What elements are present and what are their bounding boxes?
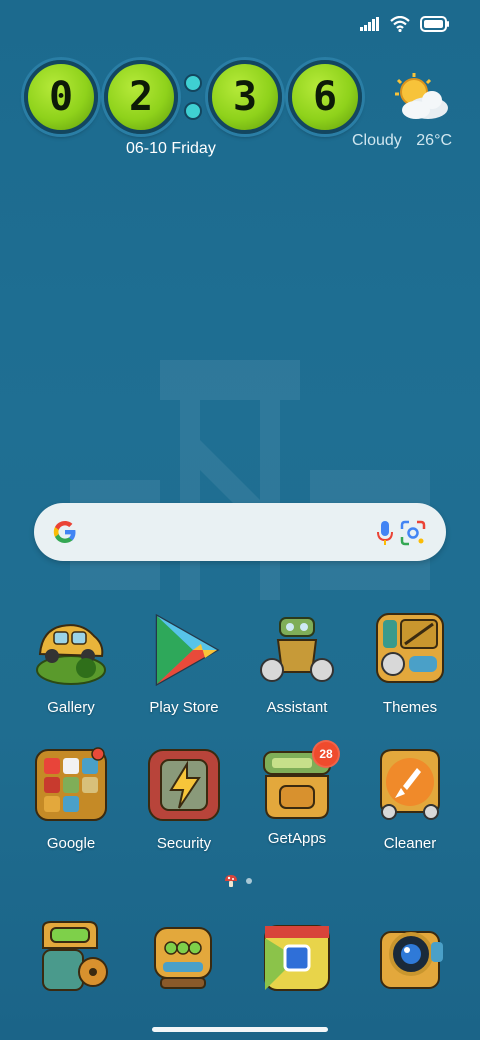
messages-icon xyxy=(154,927,212,989)
clock-digit: 2 xyxy=(104,60,178,134)
battery-icon xyxy=(420,16,449,32)
clock-digit: 0 xyxy=(24,60,98,134)
dock-camera[interactable] xyxy=(356,918,466,1003)
app-getapps[interactable]: 28 GetApps xyxy=(242,740,352,847)
themes-icon xyxy=(376,613,444,683)
app-gallery[interactable]: Gallery xyxy=(16,610,126,716)
lens-icon[interactable] xyxy=(400,520,426,546)
clock-digit: 3 xyxy=(208,60,282,134)
app-play-store[interactable]: Play Store xyxy=(129,610,239,716)
play-store-icon xyxy=(155,613,220,687)
app-security[interactable]: Security xyxy=(129,746,239,852)
clock-digit: 6 xyxy=(288,60,362,134)
app-cleaner[interactable]: Cleaner xyxy=(355,746,465,852)
signal-icon xyxy=(360,17,379,31)
wifi-icon xyxy=(390,16,410,32)
partly-cloudy-icon[interactable] xyxy=(390,72,450,122)
app-label: Play Store xyxy=(149,699,219,716)
clock-widget[interactable]: 0 2 3 6 xyxy=(24,60,368,134)
camera-icon xyxy=(380,931,443,989)
gallery-icon xyxy=(36,624,106,685)
google-g-icon xyxy=(53,521,76,543)
security-icon xyxy=(148,749,220,821)
assistant-icon xyxy=(260,617,334,682)
app-label: Themes xyxy=(382,699,438,716)
app-label: Security xyxy=(156,835,212,852)
wallpaper-art xyxy=(70,360,430,600)
notification-badge: 28 xyxy=(312,740,340,768)
dock-phone[interactable] xyxy=(16,918,126,1003)
dock-chrome[interactable] xyxy=(242,918,352,1003)
mushroom-icon xyxy=(225,875,237,887)
weather-temperature: 26°C xyxy=(416,132,453,149)
google-folder-icon xyxy=(35,747,107,821)
app-google[interactable]: Google xyxy=(16,746,126,852)
clock-date: 06-10 Friday xyxy=(126,140,216,157)
page-dot xyxy=(246,878,252,884)
app-label: Assistant xyxy=(266,699,328,716)
app-label: Google xyxy=(46,835,96,852)
phone-icon xyxy=(42,921,108,991)
weather-condition: Cloudy xyxy=(352,132,402,149)
app-label: GetApps xyxy=(267,830,327,847)
cleaner-icon xyxy=(380,749,440,820)
dock-messages[interactable] xyxy=(128,918,238,1003)
chrome-icon xyxy=(264,925,330,991)
page-indicator[interactable] xyxy=(224,874,252,888)
app-label: Cleaner xyxy=(383,835,437,852)
clock-colon xyxy=(184,74,202,120)
google-search-bar[interactable] xyxy=(34,503,446,561)
weather-info[interactable]: Cloudy 26°C xyxy=(352,132,462,150)
app-themes[interactable]: Themes xyxy=(355,610,465,716)
app-assistant[interactable]: Assistant xyxy=(242,610,352,716)
home-indicator[interactable] xyxy=(152,1027,328,1032)
mic-icon[interactable] xyxy=(376,520,394,546)
status-bar xyxy=(360,16,450,32)
app-label: Gallery xyxy=(47,699,95,716)
